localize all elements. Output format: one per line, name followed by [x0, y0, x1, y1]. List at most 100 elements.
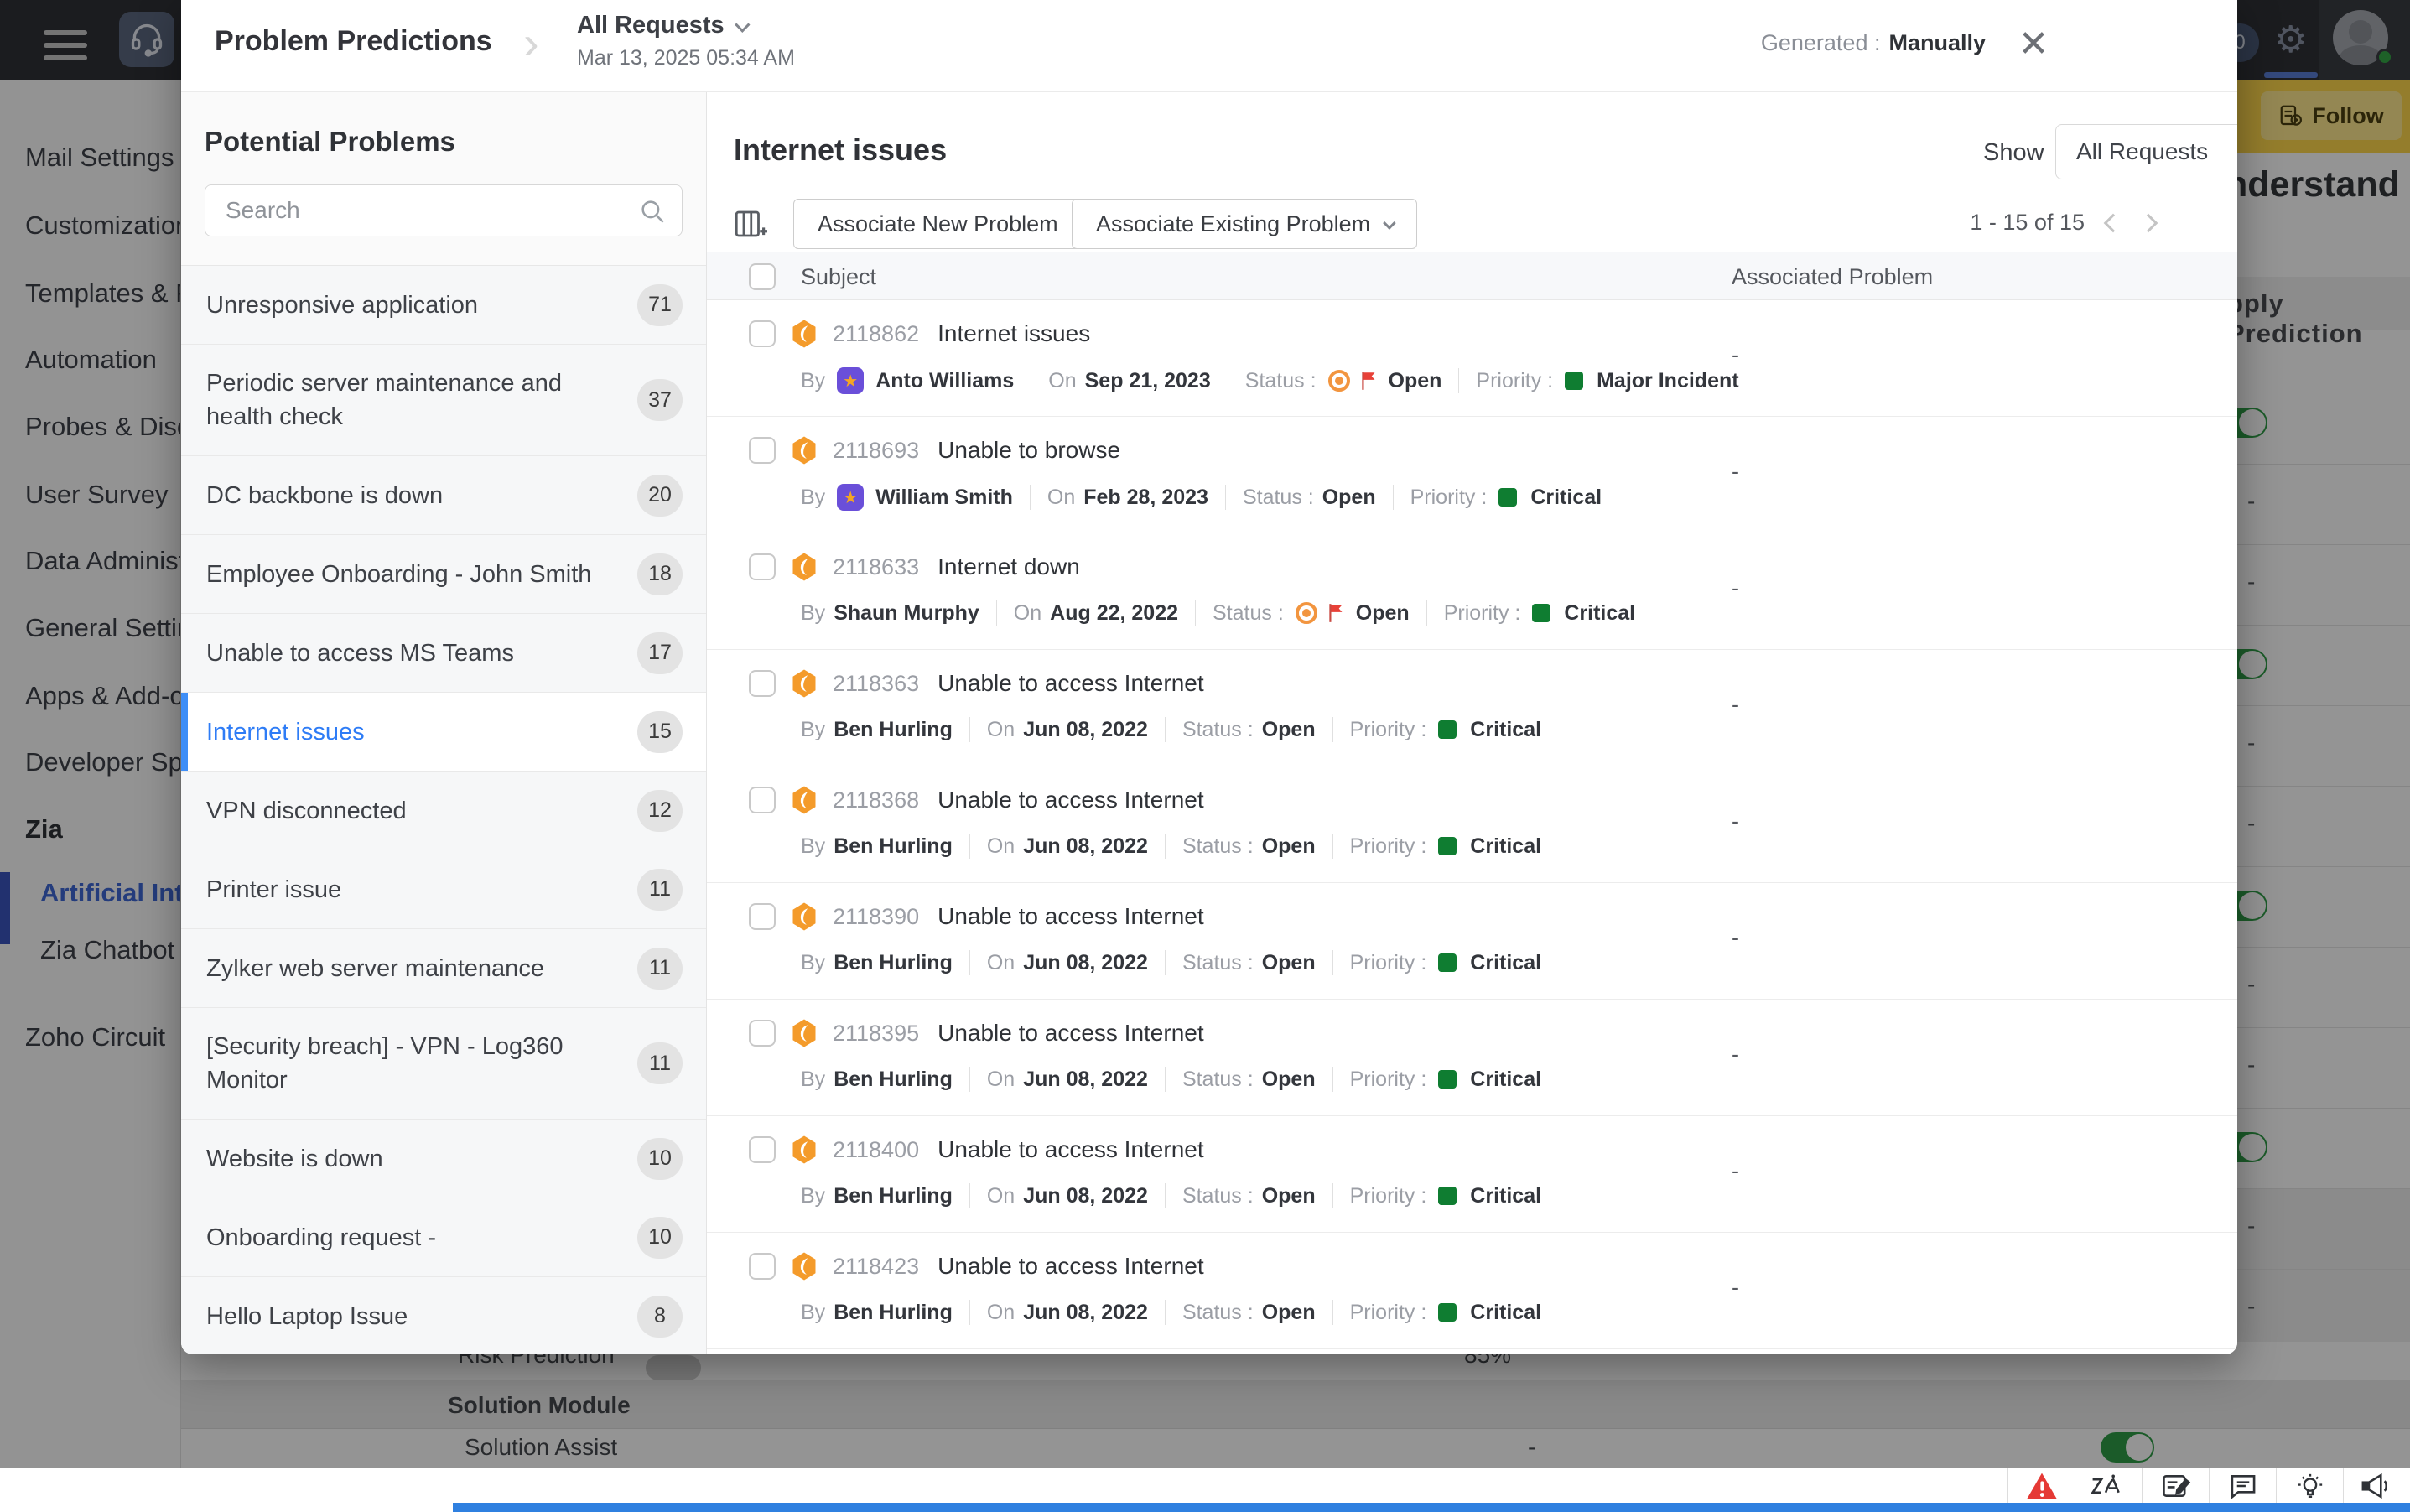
footer-cell[interactable]	[2007, 1468, 2075, 1504]
request-subject[interactable]: Internet issues	[938, 320, 1090, 347]
potential-problem-item[interactable]: Periodic server maintenance and health c…	[181, 345, 706, 456]
bottom-utility-bar	[0, 1468, 2410, 1503]
row-checkbox[interactable]	[749, 553, 776, 580]
potential-problem-item[interactable]: VPN disconnected12	[181, 772, 706, 850]
meta-label: By	[801, 369, 825, 393]
associated-problem-value: -	[1732, 925, 1739, 951]
row-checkbox[interactable]	[749, 787, 776, 813]
potential-problem-item[interactable]: Internet issues15	[181, 693, 706, 772]
problem-label: DC backbone is down	[206, 479, 443, 512]
request-row[interactable]: 2118693Unable to browseBy★William SmithO…	[707, 417, 2237, 533]
problem-count-badge: 8	[637, 1296, 683, 1338]
request-subject[interactable]: Unable to access Internet	[938, 1253, 1204, 1280]
footer-cell[interactable]	[2075, 1468, 2142, 1504]
previous-page-icon[interactable]	[2104, 213, 2123, 232]
request-row[interactable]: 2118862Internet issuesBy★Anto WilliamsOn…	[707, 300, 2237, 417]
close-icon[interactable]: ✕	[2013, 23, 2054, 65]
breadcrumb-chevron: ›	[523, 15, 539, 70]
meta-label: Priority :	[1350, 1301, 1427, 1325]
meta-label: Priority :	[1350, 834, 1427, 859]
red-flag-icon	[1358, 369, 1380, 392]
request-subject[interactable]: Unable to access Internet	[938, 903, 1204, 930]
meta-label: Priority :	[1444, 601, 1521, 626]
status-value: Open	[1262, 1068, 1316, 1092]
row-checkbox[interactable]	[749, 1020, 776, 1047]
request-subject[interactable]: Unable to access Internet	[938, 787, 1204, 813]
meta-label: By	[801, 718, 825, 742]
problem-label: Onboarding request -	[206, 1221, 436, 1255]
compose-icon[interactable]	[2160, 1473, 2192, 1499]
request-subject[interactable]: Internet down	[938, 553, 1080, 580]
request-row[interactable]: 2118395Unable to access InternetByBen Hu…	[707, 1000, 2237, 1116]
request-row[interactable]: 2118363Unable to access InternetByBen Hu…	[707, 650, 2237, 766]
request-row[interactable]: 2118633Internet downByShaun MurphyOnAug …	[707, 533, 2237, 650]
potential-problem-item[interactable]: Printer issue11	[181, 850, 706, 929]
request-subject[interactable]: Unable to access Internet	[938, 1136, 1204, 1163]
problem-predictions-dialog: Problem Predictions › All Requests Mar 1…	[181, 0, 2237, 1354]
request-subject[interactable]: Unable to access Internet	[938, 1020, 1204, 1047]
filter-value[interactable]: All Requests	[577, 12, 725, 39]
incident-ticket-icon	[789, 1135, 819, 1165]
request-id: 2118363	[833, 671, 919, 697]
row-checkbox[interactable]	[749, 903, 776, 930]
requester-name: Ben Hurling	[834, 1068, 953, 1092]
status-value: Open	[1262, 1301, 1316, 1325]
associated-problem-value: -	[1732, 459, 1739, 485]
request-row[interactable]: 2118368Unable to access InternetByBen Hu…	[707, 766, 2237, 883]
request-subject[interactable]: Unable to browse	[938, 437, 1120, 464]
potential-problem-item[interactable]: DC backbone is down20	[181, 456, 706, 535]
chat-icon[interactable]	[2228, 1473, 2258, 1499]
priority-color-square	[1565, 372, 1583, 390]
potential-problem-item[interactable]: Zylker web server maintenance11	[181, 929, 706, 1008]
meta-separator	[969, 1300, 970, 1325]
show-requests-dropdown[interactable]: All Requests	[2055, 124, 2237, 179]
show-label: Show	[1983, 139, 2044, 167]
row-checkbox[interactable]	[749, 1136, 776, 1163]
associate-new-problem-button[interactable]: Associate New Problem	[793, 199, 1083, 249]
next-page-icon[interactable]	[2139, 213, 2158, 232]
request-row[interactable]: 2118423Unable to access InternetByBen Hu…	[707, 1233, 2237, 1349]
potential-problem-item[interactable]: Unable to access MS Teams17	[181, 614, 706, 693]
add-column-icon[interactable]	[732, 206, 767, 242]
potential-problem-item[interactable]: Website is down10	[181, 1120, 706, 1198]
priority-color-square	[1498, 488, 1517, 507]
meta-label: Status :	[1182, 1301, 1254, 1325]
row-checkbox[interactable]	[749, 1253, 776, 1280]
request-subject[interactable]: Unable to access Internet	[938, 670, 1204, 697]
lightbulb-icon[interactable]	[2296, 1472, 2324, 1500]
prediction-filter[interactable]: All Requests Mar 13, 2025 05:34 AM	[577, 12, 795, 70]
status-value: Open	[1262, 718, 1316, 742]
megaphone-icon[interactable]	[2361, 1473, 2394, 1499]
incident-ticket-icon	[789, 319, 819, 349]
potential-problem-item[interactable]: [Security breach] - VPN - Log360 Monitor…	[181, 1008, 706, 1120]
problem-label: [Security breach] - VPN - Log360 Monitor	[206, 1030, 605, 1097]
footer-cell[interactable]	[2343, 1468, 2410, 1504]
footer-cell[interactable]	[2276, 1468, 2343, 1504]
meta-separator	[969, 1067, 970, 1092]
row-checkbox[interactable]	[749, 670, 776, 697]
request-title-line: 2118693Unable to browse	[749, 435, 1120, 465]
footer-cell[interactable]	[2142, 1468, 2209, 1504]
row-checkbox[interactable]	[749, 320, 776, 347]
potential-problem-item[interactable]: Onboarding request - 10	[181, 1198, 706, 1277]
request-row[interactable]: 2118390Unable to access InternetByBen Hu…	[707, 883, 2237, 1000]
problem-count-badge: 10	[637, 1217, 683, 1259]
request-row[interactable]: 2118400Unable to access InternetByBen Hu…	[707, 1116, 2237, 1233]
select-all-checkbox[interactable]	[749, 263, 776, 290]
meta-label: Status :	[1182, 834, 1254, 859]
row-checkbox[interactable]	[749, 437, 776, 464]
search-input[interactable]	[224, 185, 626, 236]
incident-ticket-icon	[789, 1251, 819, 1281]
potential-problem-item[interactable]: Hello Laptop Issue8	[181, 1277, 706, 1354]
potential-problem-item[interactable]: Unresponsive application71	[181, 266, 706, 345]
meta-label: By	[801, 1068, 825, 1092]
associate-existing-problem-button[interactable]: Associate Existing Problem	[1072, 199, 1417, 249]
footer-cell[interactable]	[2209, 1468, 2276, 1504]
chevron-down-icon	[735, 17, 750, 32]
meta-separator	[969, 1183, 970, 1208]
request-meta-line: By★Anto WilliamsOnSep 21, 2023Status :Op…	[801, 367, 1739, 394]
potential-problem-item[interactable]: Employee Onboarding - John Smith18	[181, 535, 706, 614]
zia-icon[interactable]	[2091, 1473, 2127, 1499]
alert-triangle-icon[interactable]	[2025, 1472, 2059, 1500]
problem-count-badge: 10	[637, 1138, 683, 1180]
